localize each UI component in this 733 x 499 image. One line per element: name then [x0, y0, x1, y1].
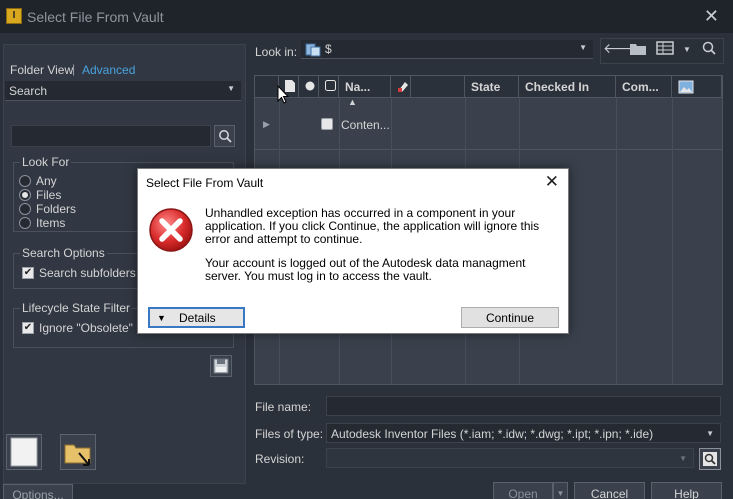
search-icon[interactable]: [698, 40, 720, 62]
files-of-type-value: Autodesk Inventor Files (*.iam; *.idw; *…: [331, 427, 654, 441]
tab-advanced[interactable]: Advanced: [82, 63, 135, 77]
search-subfolders-checkbox[interactable]: ✔ Search subfolders: [22, 266, 136, 280]
row-checkbox[interactable]: [321, 118, 333, 130]
radio-icon[interactable]: [19, 203, 31, 215]
column-comment[interactable]: Com...: [616, 76, 672, 98]
checkbox-column-icon[interactable]: [319, 76, 339, 98]
radio-any[interactable]: Any: [19, 174, 57, 188]
row-name: Conten...: [341, 118, 390, 132]
folder-browse-button[interactable]: [60, 434, 96, 470]
details-label: Details: [179, 311, 216, 325]
file-name-input[interactable]: [326, 396, 721, 416]
column-state[interactable]: State: [465, 76, 519, 98]
ignore-obsolete-checkbox[interactable]: ✔ Ignore "Obsolete" St: [22, 321, 148, 335]
preview-toggle-button[interactable]: [6, 434, 42, 470]
continue-button[interactable]: Continue: [461, 307, 559, 328]
look-for-title: Look For: [20, 155, 72, 169]
look-in-value: $: [325, 42, 332, 56]
attachment-column-icon[interactable]: [391, 76, 411, 98]
search-icon: [219, 130, 232, 143]
view-options-icon[interactable]: [654, 40, 676, 62]
file-name-label: File name:: [255, 400, 312, 414]
options-button[interactable]: Options...: [3, 484, 73, 499]
search-input[interactable]: [11, 125, 211, 147]
files-of-type-select[interactable]: Autodesk Inventor Files (*.iam; *.idw; *…: [326, 423, 721, 443]
error-icon: [149, 208, 193, 252]
radio-folders[interactable]: Folders: [19, 202, 76, 216]
save-icon: [213, 358, 229, 374]
save-search-button[interactable]: [210, 355, 232, 377]
column-checked-in[interactable]: Checked In: [519, 76, 616, 98]
search-button[interactable]: [214, 125, 235, 147]
triangle-down-icon: ▼: [157, 313, 166, 323]
chevron-down-icon[interactable]: ▼: [676, 40, 698, 62]
details-button[interactable]: ▼ Details: [148, 307, 245, 328]
up-folder-icon[interactable]: [627, 40, 649, 62]
look-in-label: Look in:: [255, 45, 298, 59]
tab-folder-view[interactable]: Folder View: [10, 63, 73, 77]
checkmark-icon[interactable]: ✔: [22, 322, 34, 334]
radio-icon[interactable]: [19, 175, 31, 187]
open-button[interactable]: Open: [493, 482, 553, 499]
radio-files[interactable]: Files: [19, 188, 61, 202]
revision-picker-button[interactable]: [699, 448, 721, 470]
magnifier-icon: [703, 452, 717, 466]
grid-header: Na... ▲ State Checked In Com...: [255, 76, 722, 107]
document-preview-icon: [10, 437, 38, 467]
error-dialog-title: Select File From Vault: [146, 176, 264, 190]
search-mode-value: Search: [9, 84, 48, 98]
error-message-secondary: Your account is logged out of the Autode…: [205, 256, 526, 283]
window-title: Select File From Vault: [27, 9, 164, 25]
folder-arrow-icon: [64, 444, 91, 466]
table-row[interactable]: ▶ Conten...: [255, 98, 722, 150]
radio-selected-icon[interactable]: [19, 189, 31, 201]
radio-icon[interactable]: [19, 217, 31, 229]
vault-icon: [305, 43, 321, 57]
cancel-button[interactable]: Cancel: [574, 482, 645, 499]
chevron-down-icon: ▼: [706, 429, 714, 438]
chevron-down-icon: ▼: [679, 454, 687, 463]
thumbnail-column-icon[interactable]: [672, 76, 722, 98]
back-arrow-icon[interactable]: 🡐: [603, 40, 641, 62]
revision-label: Revision:: [255, 452, 305, 466]
close-icon[interactable]: ✕: [704, 6, 719, 27]
chevron-down-icon: ▼: [227, 84, 235, 93]
radio-items[interactable]: Items: [19, 216, 65, 230]
grid-header-blank: [255, 76, 279, 98]
open-dropdown-arrow-icon[interactable]: ▼: [553, 482, 568, 499]
help-button[interactable]: Help: [651, 482, 722, 499]
search-mode-select[interactable]: Search ▼: [5, 81, 241, 101]
chevron-down-icon: ▼: [579, 43, 587, 52]
tab-separator: |: [72, 62, 76, 76]
mouse-cursor-icon: [277, 85, 289, 104]
column-name[interactable]: Na... ▲: [339, 76, 391, 107]
checkmark-icon[interactable]: ✔: [22, 267, 34, 279]
grid-header-blank: [411, 76, 465, 98]
files-of-type-label: Files of type:: [255, 427, 324, 441]
search-options-title: Search Options: [20, 246, 107, 260]
close-icon[interactable]: ✕: [545, 172, 559, 192]
look-in-select[interactable]: $ ▼: [301, 40, 593, 59]
revision-select[interactable]: ▼: [326, 448, 694, 468]
title-bar: I Select File From Vault ✕: [0, 0, 733, 33]
error-message-primary: Unhandled exception has occurred in a co…: [205, 206, 540, 246]
status-column-icon[interactable]: [299, 76, 319, 98]
lifecycle-title: Lifecycle State Filter: [20, 301, 133, 315]
app-icon: I: [6, 8, 22, 24]
error-dialog: Select File From Vault ✕ Unhandled excep…: [137, 168, 569, 334]
expand-arrow-icon[interactable]: ▶: [263, 119, 270, 130]
